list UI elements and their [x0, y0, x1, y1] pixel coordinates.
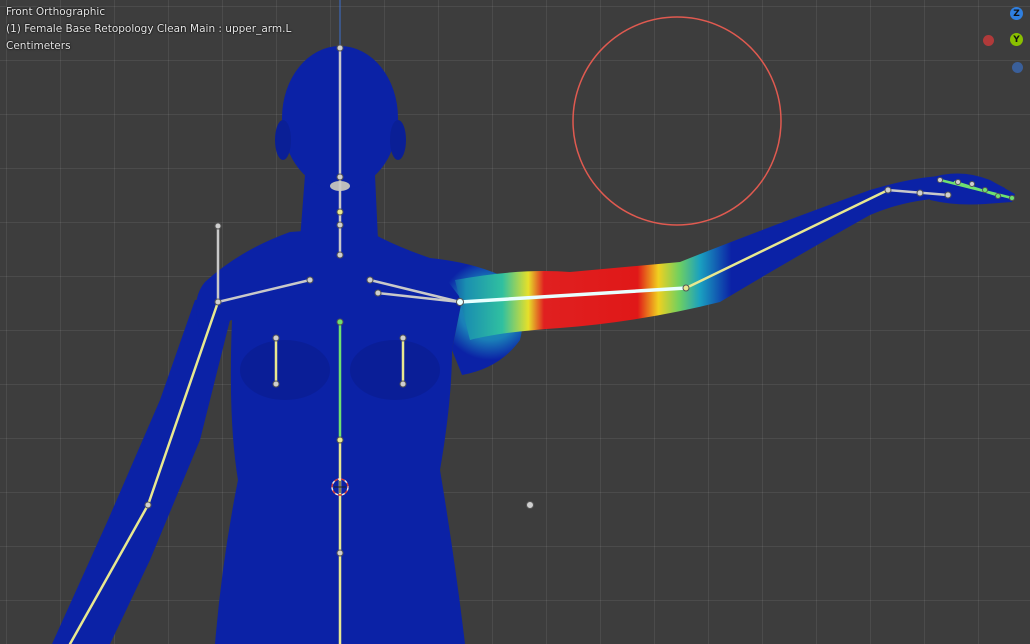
object-info-label: (1) Female Base Retopology Clean Main : … [6, 23, 292, 35]
bone-forearm-l [684, 188, 890, 290]
brush-circle-icon [572, 16, 782, 226]
gizmo-x-axis-icon[interactable] [983, 35, 994, 46]
view-name-label: Front Orthographic [6, 6, 106, 18]
body-mesh[interactable] [52, 46, 1015, 644]
3d-cursor-icon [331, 478, 349, 496]
units-label: Centimeters [6, 40, 71, 52]
3d-viewport[interactable]: Front Orthographic (1) Female Base Retop… [0, 0, 1030, 644]
scene-canvas[interactable] [0, 0, 1030, 644]
gizmo-y-axis-icon[interactable]: Y [1010, 33, 1023, 46]
gizmo-neg-y-axis-icon[interactable] [1012, 62, 1023, 73]
gizmo-z-axis-icon[interactable]: Z [1010, 7, 1023, 20]
